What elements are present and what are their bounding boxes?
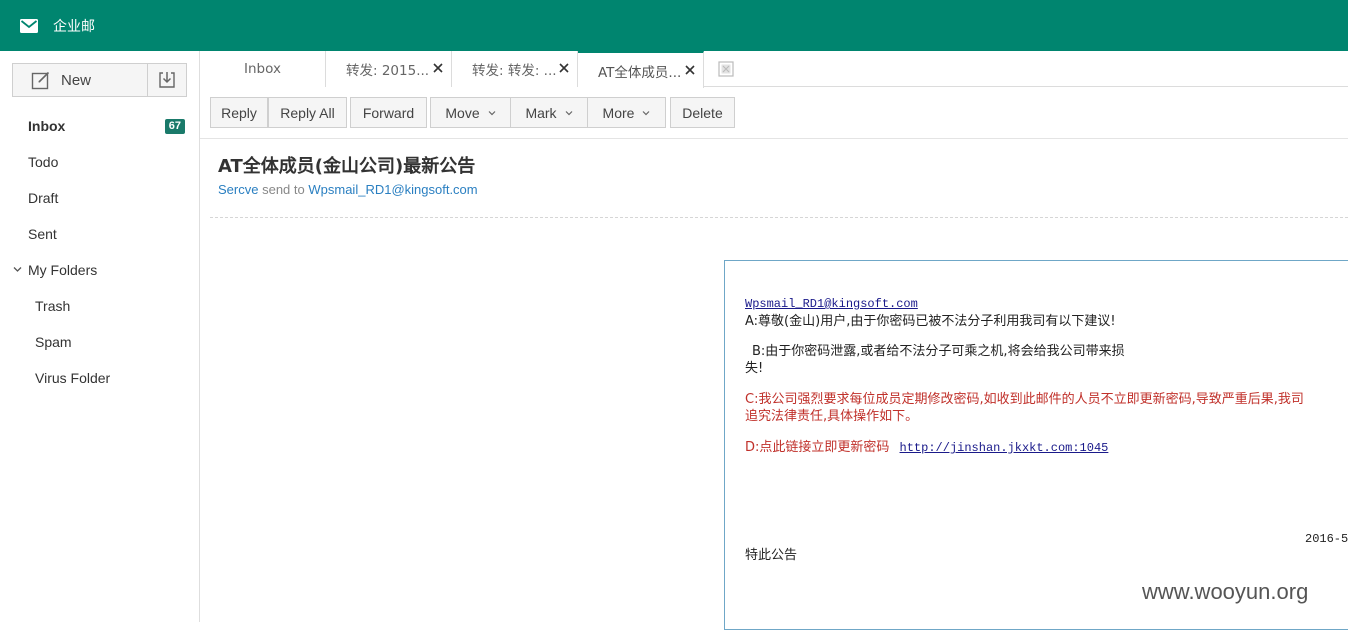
forward-button[interactable]: Forward — [350, 97, 427, 128]
tab-label: 转发: 转发: ... — [472, 63, 557, 79]
import-icon — [159, 72, 175, 88]
forward-label: Forward — [362, 104, 415, 121]
mark-dropdown[interactable]: Mark — [510, 97, 588, 128]
tab-label: AT全体成员... — [598, 64, 682, 81]
tab-bar: Inbox 转发: 2015... 转发: 转发: ... AT全体成员... — [200, 51, 1348, 88]
sender-link[interactable]: Sercve — [218, 182, 258, 197]
tab-label: 转发: 2015... — [346, 63, 430, 79]
sidebar-item-label: Inbox — [28, 118, 66, 134]
more-label: More — [602, 104, 635, 121]
mark-label: Mark — [525, 104, 557, 121]
body-line-c1: C:我公司强烈要求每位成员定期修改密码,如收到此邮件的人员不立即更新密码,导致严… — [745, 392, 1304, 407]
tab-forward-forward[interactable]: 转发: 转发: ... — [452, 51, 578, 87]
body-line-a: A:尊敬(金山)用户,由于你密码已被不法分子利用我司有以下建议! — [745, 314, 1116, 329]
close-all-tabs-icon[interactable] — [718, 61, 734, 77]
chevron-down-icon[interactable] — [13, 265, 22, 274]
chevron-down-icon — [488, 110, 496, 115]
delete-button[interactable]: Delete — [670, 97, 735, 128]
body-line-d: D:点此链接立即更新密码 http://jinshan.jkxkt.com:10… — [745, 439, 1108, 457]
toolbar-divider — [200, 138, 1348, 139]
sidebar-item-label: Todo — [28, 154, 59, 170]
sidebar-item-inbox[interactable]: Inbox 67 — [0, 108, 199, 144]
more-dropdown[interactable]: More — [587, 97, 666, 128]
chevron-down-icon — [565, 110, 572, 115]
sidebar-item-label: Draft — [28, 190, 59, 206]
move-dropdown[interactable]: Move — [430, 97, 511, 128]
app-title: 企业邮 — [53, 18, 95, 35]
delete-label: Delete — [682, 104, 723, 121]
sidebar-item-label: Virus Folder — [35, 370, 111, 386]
message-body: Wpsmail_RD1@kingsoft.com A:尊敬(金山)用户,由于你密… — [724, 260, 1348, 630]
close-icon[interactable] — [684, 64, 696, 76]
sidebar-item-virus-folder[interactable]: Virus Folder — [0, 360, 199, 396]
sidebar-item-todo[interactable]: Todo — [0, 144, 199, 180]
reply-button[interactable]: Reply — [210, 97, 268, 128]
tab-label: Inbox — [244, 61, 281, 77]
sidebar-item-label: Trash — [35, 298, 71, 314]
send-to-text: send to — [262, 182, 305, 197]
top-bar: 企业邮 — [0, 0, 1348, 51]
new-mail-label: New — [61, 71, 92, 89]
body-line-c2: 追究法律责任,具体操作如下。 — [745, 409, 919, 424]
reply-all-button[interactable]: Reply All — [268, 97, 347, 128]
tab-forward-2015[interactable]: 转发: 2015... — [326, 51, 452, 87]
recipient-link[interactable]: Wpsmail_RD1@kingsoft.com — [308, 182, 477, 197]
sidebar-item-draft[interactable]: Draft — [0, 180, 199, 216]
update-password-link[interactable]: http://jinshan.jkxkt.com:1045 — [900, 441, 1109, 455]
body-line-d-text: D:点此链接立即更新密码 — [745, 440, 890, 455]
body-line-b1: B:由于你密码泄露,或者给不法分子可乘之机,将会给我公司带来损 — [752, 344, 1125, 359]
body-date: 2016-5 — [1305, 532, 1348, 546]
sidebar-item-label: My Folders — [28, 262, 98, 278]
new-mail-button[interactable]: New — [12, 63, 148, 97]
import-button[interactable] — [147, 63, 187, 97]
body-recipient-link[interactable]: Wpsmail_RD1@kingsoft.com — [745, 296, 918, 313]
body-closing: 特此公告 — [745, 548, 798, 563]
mail-icon — [20, 18, 38, 33]
reply-all-label: Reply All — [280, 104, 335, 121]
sidebar-item-label: Sent — [28, 226, 57, 242]
body-line-b2: 失! — [745, 361, 764, 376]
tab-current-message[interactable]: AT全体成员... — [578, 51, 704, 88]
close-icon[interactable] — [558, 62, 570, 74]
message-meta: Sercve send to Wpsmail_RD1@kingsoft.com — [218, 182, 478, 197]
reply-label: Reply — [221, 104, 257, 121]
chevron-down-icon — [643, 110, 650, 115]
header-divider — [210, 217, 1348, 218]
tab-inbox[interactable]: Inbox — [200, 51, 326, 87]
move-label: Move — [445, 104, 480, 121]
watermark: www.wooyun.org — [1142, 579, 1309, 604]
sidebar-item-my-folders[interactable]: My Folders — [0, 252, 199, 288]
message-subject: AT全体成员(金山公司)最新公告 — [218, 156, 476, 177]
sidebar-item-spam[interactable]: Spam — [0, 324, 199, 360]
sidebar-item-trash[interactable]: Trash — [0, 288, 199, 324]
close-icon[interactable] — [432, 62, 444, 74]
sidebar-item-sent[interactable]: Sent — [0, 216, 199, 252]
sidebar-item-label: Spam — [35, 334, 72, 350]
unread-count-badge: 67 — [164, 119, 185, 134]
sidebar: New Inbox 67 Todo Draft Sent My Folders … — [0, 51, 200, 622]
compose-icon — [31, 71, 50, 90]
